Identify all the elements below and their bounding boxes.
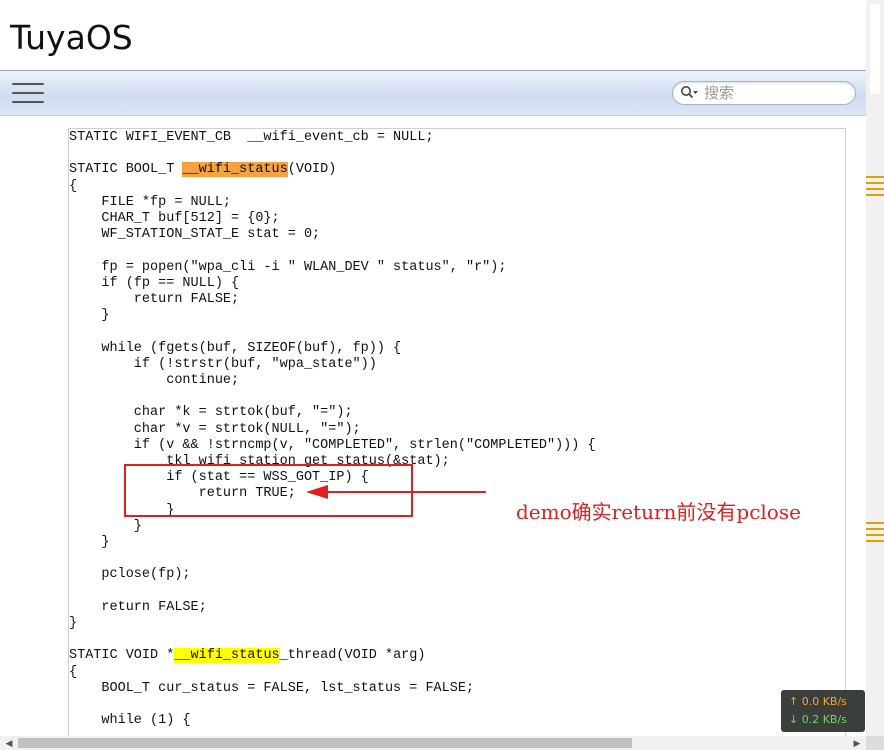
- code-line: BOOL_T cur_status = FALSE, lst_status = …: [69, 681, 474, 697]
- code-line: STATIC BOOL_T __wifi_status(VOID): [69, 162, 336, 178]
- code-token: {: [69, 178, 78, 194]
- annotation-text: demo确实return前没有pclose: [516, 500, 801, 524]
- scroll-left-icon[interactable]: ◀: [2, 736, 16, 750]
- scroll-right-icon[interactable]: ▶: [850, 736, 864, 750]
- code-line: }: [69, 616, 77, 632]
- search-input[interactable]: [704, 84, 844, 102]
- code-token: return FALSE;: [69, 292, 240, 307]
- code-line: {: [69, 179, 77, 195]
- code-token: _thread(VOID *arg): [279, 648, 426, 664]
- code-line: return FALSE;: [69, 599, 207, 616]
- search-match-marker: [866, 528, 884, 530]
- code-line: }: [69, 535, 110, 551]
- vertical-scrollbar[interactable]: [866, 0, 884, 736]
- code-line: STATIC WIFI_EVENT_CB __wifi_event_cb = N…: [69, 130, 434, 146]
- scrollbar-corner: [866, 736, 884, 750]
- hamburger-menu-icon[interactable]: [12, 83, 44, 105]
- code-line: while (fgets(buf, SIZEOF(buf), fp)) {: [69, 341, 401, 357]
- code-token: }: [69, 518, 142, 534]
- code-line: while (1) {: [69, 713, 191, 729]
- code-token: STATIC WIFI_EVENT_CB __wifi_event_cb = N…: [69, 130, 434, 145]
- horizontal-scrollbar[interactable]: ◀ ▶: [0, 736, 866, 750]
- code-token: }: [69, 616, 78, 631]
- code-line: STATIC VOID *__wifi_status_thread(VOID *…: [69, 648, 425, 664]
- code-token: WF_STATION_STAT_E stat = 0;: [69, 227, 321, 243]
- code-token: if (fp == NULL) {: [69, 275, 240, 291]
- code-token: fp = popen("wpa_cli -i " WLAN_DEV " stat…: [69, 259, 507, 275]
- code-line: }: [69, 308, 110, 324]
- code-token: if (v && !strncmp(v, "COMPLETED", strlen…: [69, 437, 596, 453]
- title-bar: TuyaOS: [0, 0, 866, 70]
- code-block: STATIC WIFI_EVENT_CB __wifi_event_cb = N…: [68, 128, 846, 738]
- code-token: char *k = strtok(buf, "=");: [69, 405, 353, 421]
- code-line: fp = popen("wpa_cli -i " WLAN_DEV " stat…: [69, 260, 506, 276]
- code-token: while (fgets(buf, SIZEOF(buf), fp)) {: [69, 340, 402, 356]
- search-match-marker: [866, 188, 884, 190]
- search-highlight: __wifi_status: [174, 648, 280, 664]
- code-token: pclose(fp);: [69, 567, 191, 583]
- code-line: CHAR_T buf[512] = {0};: [69, 211, 280, 227]
- code-token: continue;: [69, 373, 240, 388]
- code-token: if (!strstr(buf, "wpa_state")): [69, 356, 377, 372]
- code-line: {: [69, 665, 77, 681]
- upload-speed: ↑ 0.0 KB/s: [789, 695, 847, 708]
- search-icon[interactable]: [680, 85, 698, 101]
- code-line: continue;: [69, 373, 239, 389]
- code-token: FILE *fp = NULL;: [69, 194, 232, 210]
- search-match-marker: [866, 176, 884, 178]
- search-match-marker: [866, 522, 884, 524]
- annotation-arrow: [306, 485, 486, 499]
- search-match-marker: [866, 182, 884, 184]
- code-token: }: [69, 308, 110, 324]
- search-highlight: __wifi_status: [182, 162, 288, 178]
- upload-arrow-icon: ↑: [789, 695, 799, 708]
- code-line: if (v && !strncmp(v, "COMPLETED", strlen…: [69, 438, 596, 454]
- network-speed-widget: ↑ 0.0 KB/s ↓ 0.2 KB/s: [781, 690, 865, 732]
- code-token: (VOID): [287, 162, 337, 178]
- code-token: char *v = strtok(NULL, "=");: [69, 421, 361, 437]
- upload-speed-value: 0.0 KB/s: [801, 695, 847, 708]
- code-line: if (fp == NULL) {: [69, 276, 239, 292]
- code-line: if (!strstr(buf, "wpa_state")): [69, 357, 377, 373]
- code-line: char *v = strtok(NULL, "=");: [69, 422, 361, 438]
- code-token: {: [69, 664, 78, 680]
- code-line: WF_STATION_STAT_E stat = 0;: [69, 227, 320, 243]
- code-token: return FALSE;: [69, 599, 207, 615]
- code-line: FILE *fp = NULL;: [69, 195, 231, 211]
- code-line: char *k = strtok(buf, "=");: [69, 405, 353, 421]
- code-line: return FALSE;: [69, 292, 239, 308]
- code-token: STATIC BOOL_T: [69, 162, 183, 178]
- code-line: pclose(fp);: [69, 567, 191, 583]
- code-token: BOOL_T cur_status = FALSE, lst_status = …: [69, 680, 475, 696]
- horizontal-scroll-thumb[interactable]: [18, 738, 632, 748]
- search-box[interactable]: [672, 81, 856, 105]
- download-arrow-icon: ↓: [789, 713, 799, 726]
- code-token: }: [69, 535, 110, 550]
- search-match-marker: [866, 534, 884, 536]
- search-match-marker: [866, 194, 884, 196]
- code-token: STATIC VOID *: [69, 648, 175, 664]
- code-line: }: [69, 519, 142, 535]
- download-speed: ↓ 0.2 KB/s: [789, 713, 847, 726]
- search-match-marker: [866, 540, 884, 542]
- toolbar: [0, 70, 866, 116]
- vertical-scroll-thumb[interactable]: [870, 4, 880, 94]
- site-title[interactable]: TuyaOS: [10, 18, 133, 57]
- code-token: CHAR_T buf[512] = {0};: [69, 211, 280, 226]
- download-speed-value: 0.2 KB/s: [801, 713, 847, 726]
- code-token: while (1) {: [69, 713, 191, 729]
